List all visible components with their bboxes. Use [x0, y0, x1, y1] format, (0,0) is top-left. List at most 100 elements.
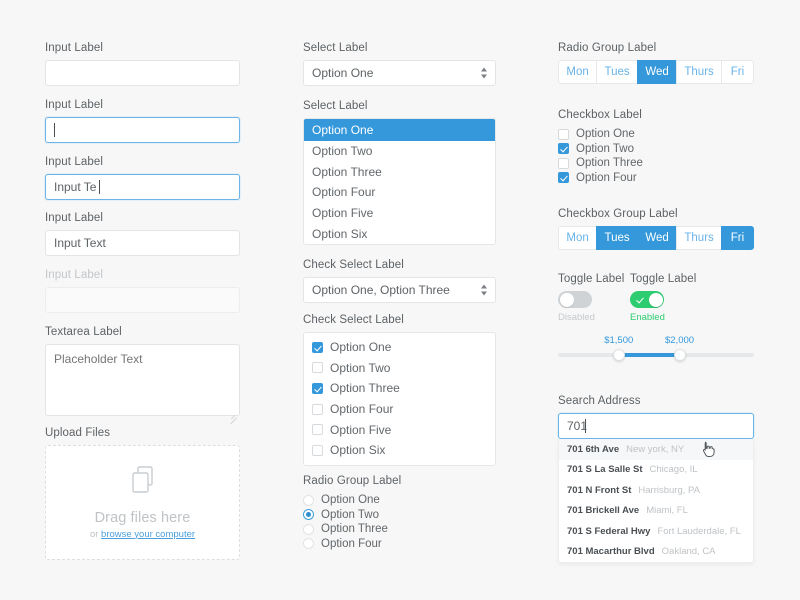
address-street: 701 N Front St	[567, 484, 632, 496]
select-option[interactable]: Option Three	[304, 162, 495, 183]
browse-computer-link[interactable]: browse your computer	[101, 529, 195, 540]
check-select-dropdown[interactable]: Option One, Option Three	[303, 277, 496, 303]
field-textarea: Textarea Label	[45, 325, 240, 425]
checkbox-icon[interactable]	[312, 444, 323, 456]
text-input-typing[interactable]	[45, 174, 240, 200]
checkbox-icon[interactable]	[312, 403, 323, 415]
check-select-option[interactable]: Option Three	[304, 378, 495, 399]
toggle-disabled-group: Toggle Label Disabled	[558, 272, 630, 323]
slider-handle-min[interactable]	[612, 349, 625, 361]
upload-label: Upload Files	[45, 427, 111, 439]
check-select-option[interactable]: Option Two	[304, 358, 495, 379]
form-components-showcase: Input Label Input Label Input Label Inpu…	[0, 0, 800, 600]
radio-option[interactable]: Option Two	[303, 508, 496, 523]
text-caret	[585, 419, 586, 433]
option-label: Option Three	[321, 523, 388, 536]
upload-sub-prefix: or	[89, 528, 102, 540]
select-options-list[interactable]: Option One Option Two Option Three Optio…	[303, 118, 496, 245]
slider-handle-max[interactable]	[673, 349, 686, 361]
field-input-filled: Input Label	[45, 211, 240, 256]
check-select-option[interactable]: Option Four	[304, 399, 495, 420]
radio-option[interactable]: Option One	[303, 493, 496, 508]
radio-icon-selected[interactable]	[303, 509, 314, 521]
radio-button-mon[interactable]: Mon	[558, 60, 597, 84]
option-label: Option One	[330, 340, 392, 355]
range-slider[interactable]: $1,500 $2,000	[558, 335, 754, 363]
text-input-filled[interactable]	[45, 230, 240, 256]
select-dropdown[interactable]: Option One	[303, 60, 496, 86]
checkbox-button-tues[interactable]: Tues	[596, 226, 637, 250]
file-dropzone[interactable]: Drag files here or browse your computer	[45, 445, 240, 560]
checkbox-button-thurs[interactable]: Thurs	[676, 226, 721, 250]
checkbox-icon-checked[interactable]	[558, 172, 569, 184]
checkbox-icon-checked[interactable]	[312, 382, 323, 394]
toggle-switch-off[interactable]	[558, 291, 592, 308]
checkbox-icon[interactable]	[312, 424, 323, 436]
radio-option[interactable]: Option Three	[303, 522, 496, 537]
radio-icon[interactable]	[303, 494, 314, 506]
check-select-option[interactable]: Option One	[304, 337, 495, 358]
checkbox-icon[interactable]	[558, 128, 569, 140]
radio-icon[interactable]	[303, 523, 314, 535]
select-option[interactable]: Option Four	[304, 182, 495, 203]
checkbox-list: Option One Option Two Option Three Optio…	[558, 127, 754, 185]
radio-option[interactable]: Option Four	[303, 537, 496, 552]
radio-button-wed[interactable]: Wed	[636, 60, 677, 84]
select-label: Select Label	[303, 100, 368, 112]
option-label: Option Four	[576, 171, 637, 184]
checkbox-option[interactable]: Option Four	[558, 171, 754, 186]
input-label: Input Label	[45, 42, 104, 54]
checkbox-option[interactable]: Option Three	[558, 156, 754, 171]
toggle-knob	[559, 292, 574, 307]
field-checkbox-list: Checkbox Label Option One Option Two Opt…	[558, 108, 754, 185]
toggle-knob	[648, 292, 663, 307]
slider-min-label: $1,500	[604, 335, 634, 346]
toggle-enabled-group: Toggle Label Enabled	[630, 272, 702, 323]
select-option[interactable]: Option Two	[304, 141, 495, 162]
address-suggestion-item[interactable]: 701 Brickell Ave Miami, FL	[559, 501, 753, 522]
checkbox-button-wed[interactable]: Wed	[636, 226, 677, 250]
radio-icon[interactable]	[303, 538, 314, 550]
checkbox-icon[interactable]	[312, 362, 323, 374]
toggle-switch-on[interactable]	[630, 291, 664, 308]
checkbox-option[interactable]: Option Two	[558, 142, 754, 157]
address-suggestion-item[interactable]: 701 N Front St Harrisburg, PA	[559, 480, 753, 501]
radio-button-thurs[interactable]: Thurs	[676, 60, 721, 84]
checkbox-icon-checked[interactable]	[558, 143, 569, 155]
field-select-open: Select Label Option One Option Two Optio…	[303, 99, 496, 245]
textarea-input[interactable]	[45, 344, 240, 416]
checkbox-icon[interactable]	[558, 157, 569, 169]
checkbox-button-mon[interactable]: Mon	[558, 226, 597, 250]
address-suggestion-item[interactable]: 701 S La Salle St Chicago, IL	[559, 460, 753, 481]
check-select-options-list[interactable]: Option One Option Two Option Three Optio…	[303, 332, 496, 466]
select-option[interactable]: Option Five	[304, 203, 495, 224]
address-street: 701 Brickell Ave	[567, 505, 640, 517]
radio-button-fri[interactable]: Fri	[721, 60, 754, 84]
input-label: Input Label	[45, 212, 104, 224]
option-label: Option Three	[330, 381, 400, 396]
select-option[interactable]: Option Six	[304, 223, 495, 244]
radio-button-tues[interactable]: Tues	[596, 60, 637, 84]
address-city: Miami, FL	[646, 505, 688, 517]
field-search-address: Search Address 701 6th Ave New york, NY …	[558, 394, 754, 563]
check-select-option[interactable]: Option Six	[304, 440, 495, 461]
address-suggestion-item[interactable]: 701 6th Ave New york, NY	[559, 439, 753, 460]
option-label: Option Five	[330, 422, 392, 437]
check-select-option[interactable]: Option Five	[304, 419, 495, 440]
search-input[interactable]	[558, 413, 754, 439]
address-suggestion-item[interactable]: 701 Macarthur Blvd Oakland, CA	[559, 542, 753, 563]
field-input-empty: Input Label	[45, 41, 240, 86]
checkbox-buttons-label: Checkbox Group Label	[558, 208, 678, 220]
checkbox-icon-checked[interactable]	[312, 341, 323, 353]
select-option-selected[interactable]: Option One	[304, 119, 495, 141]
text-input-focused-empty[interactable]	[45, 117, 240, 143]
field-check-select-open: Check Select Label Option One Option Two…	[303, 313, 496, 466]
checkbox-option[interactable]: Option One	[558, 127, 754, 142]
slider-max-label: $2,000	[664, 335, 695, 346]
textarea-label: Textarea Label	[45, 326, 122, 338]
option-label: Option Two	[576, 142, 634, 155]
option-label: Option Four	[330, 402, 394, 417]
text-input-empty[interactable]	[45, 60, 240, 86]
checkbox-button-fri[interactable]: Fri	[721, 226, 754, 250]
address-suggestion-item[interactable]: 701 S Federal Hwy Fort Lauderdale, FL	[559, 521, 753, 542]
